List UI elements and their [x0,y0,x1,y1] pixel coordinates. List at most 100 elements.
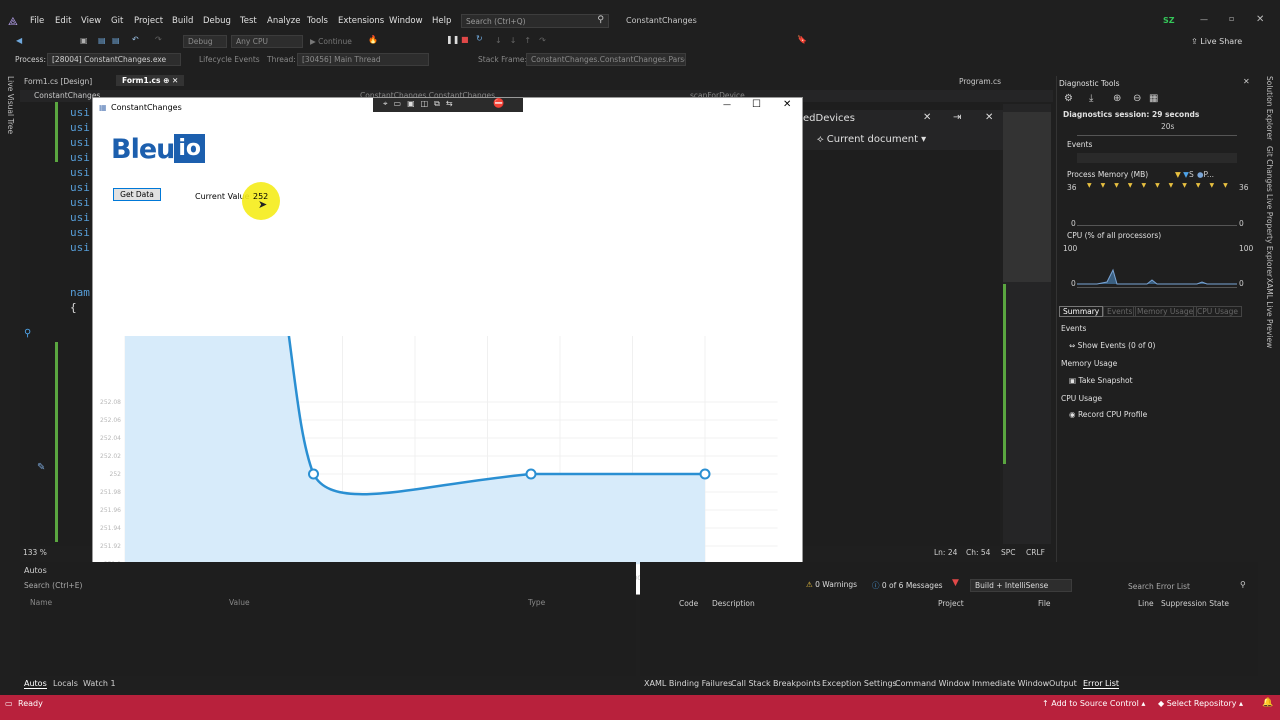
git-changes-tab[interactable]: Git Changes [1265,146,1274,192]
process-select[interactable]: [28004] ConstantChanges.exe [47,53,181,66]
take-snapshot-link[interactable]: ▣ Take Snapshot [1069,376,1133,385]
app-minimize-icon[interactable]: — [723,100,731,109]
app-close-icon[interactable]: ✕ [783,99,791,110]
menu-edit[interactable]: Edit [55,16,71,26]
save-all-icon[interactable]: ▤ [112,36,120,45]
user-avatar[interactable]: SZ [1163,16,1175,25]
get-data-button[interactable]: Get Data [113,188,161,201]
live-share-button[interactable]: ⇪ Live Share [1191,37,1242,46]
lifecycle-events-button[interactable]: Lifecycle Events [199,55,260,64]
search-input[interactable]: Search (Ctrl+Q) ⚲ [461,14,609,28]
pause-icon[interactable]: ❚❚ [446,35,459,44]
find-scope-select[interactable]: ⟡ Current document ▾ [817,134,926,145]
find-close-panel-icon[interactable]: ✕ [985,112,993,123]
warnings-filter[interactable]: ⚠ 0 Warnings [806,580,857,589]
settings-icon[interactable]: ⚙ [1064,93,1073,104]
overlay-icons[interactable]: ⌖▭▣◫⧉⇆ [383,99,459,109]
add-source-control-button[interactable]: ↑ Add to Source Control ▴ [1042,699,1145,708]
minimap-viewport[interactable] [1003,112,1051,282]
menu-window[interactable]: Window [389,16,423,26]
diagnostics-close-icon[interactable]: ✕ [1243,77,1250,86]
record-cpu-link[interactable]: ◉ Record CPU Profile [1069,410,1147,419]
find-next-icon[interactable]: ⇥ [953,112,961,123]
build-filter-select[interactable]: Build + IntelliSense [970,579,1072,592]
hot-reload-icon[interactable]: 🔥 [368,35,378,44]
tab-watch1[interactable]: Watch 1 [83,679,116,688]
menu-build[interactable]: Build [172,16,193,26]
error-search-icon[interactable]: ⚲ [1240,580,1246,589]
menu-test[interactable]: Test [240,16,257,26]
autos-search[interactable]: Search (Ctrl+E) [20,580,636,592]
tab-call-stack[interactable]: Call Stack [731,679,771,688]
zoom-in-icon[interactable]: ⊕ [1113,93,1121,104]
cpu-section[interactable]: CPU (% of all processors) [1067,231,1161,240]
overlay-stop-icon[interactable]: ⛔ [493,99,504,109]
live-property-explorer-tab[interactable]: Live Property Explorer [1265,194,1274,277]
minimize-icon[interactable]: — [1200,15,1208,24]
step-icons[interactable]: ↓↓↑↷ [495,36,554,45]
restart-icon[interactable]: ↻ [476,34,483,43]
tab-form1-cs[interactable]: Form1.cs ⊕ ✕ [116,75,185,86]
redo-icon[interactable]: ↷ [155,35,162,44]
new-item-icon[interactable]: ▣ [80,36,88,45]
menu-git[interactable]: Git [111,16,123,26]
error-search-placeholder[interactable]: Search Error List [1128,582,1190,591]
menu-project[interactable]: Project [134,16,163,26]
tab-locals[interactable]: Locals [53,679,78,688]
tab-xaml-binding[interactable]: XAML Binding Failures [644,679,732,688]
tab-summary[interactable]: Summary [1059,306,1104,317]
nav-back-icon[interactable]: ◀ [16,36,22,45]
menu-view[interactable]: View [81,16,101,26]
menu-analyze[interactable]: Analyze [267,16,301,26]
tab-command-window[interactable]: Command Window [895,679,970,688]
spacing-indicator[interactable]: SPC [1001,548,1016,557]
tab-immediate-window[interactable]: Immediate Window [972,679,1049,688]
find-close-icon[interactable]: ✕ [923,112,931,123]
maximize-icon[interactable]: ▫ [1229,14,1234,23]
save-icon[interactable]: ▤ [98,36,106,45]
tab-output[interactable]: Output [1049,679,1077,688]
close-icon[interactable]: ✕ [1256,14,1264,25]
zoom-level[interactable]: 133 % [23,548,47,557]
tab-events[interactable]: Events [1103,306,1137,317]
thread-select[interactable]: [30456] Main Thread [297,53,429,66]
live-visual-tree-tab[interactable]: Live Visual Tree [6,76,15,134]
menu-tools[interactable]: Tools [307,16,328,26]
select-repository-button[interactable]: ◆ Select Repository ▴ [1158,699,1243,708]
events-section[interactable]: Events [1067,140,1092,149]
grid-icon[interactable]: ▦ [1149,93,1158,104]
nav-class-select[interactable]: ConstantChanges [34,91,100,100]
stack-frame-select[interactable]: ConstantChanges.ConstantChanges.Parse [526,53,686,66]
menu-debug[interactable]: Debug [203,16,231,26]
line-ending-indicator[interactable]: CRLF [1026,548,1045,557]
tab-program-cs[interactable]: Program.cs [959,77,1001,86]
show-events-link[interactable]: ⇔ Show Events (0 of 0) [1069,341,1155,350]
memory-section[interactable]: Process Memory (MB) [1067,170,1148,179]
tab-memory-usage[interactable]: Memory Usage [1133,306,1198,317]
tab-breakpoints[interactable]: Breakpoints [773,679,821,688]
notifications-icon[interactable]: 🔔 [1262,698,1273,708]
solution-explorer-tab[interactable]: Solution Explorer [1265,76,1274,140]
timeline-ruler[interactable]: 20s [1077,122,1237,136]
config-select[interactable]: Debug [183,35,227,48]
app-maximize-icon[interactable]: ☐ [752,99,761,110]
filter-icon[interactable]: ▼ [952,578,959,588]
zoom-out-icon[interactable]: ⊖ [1133,93,1141,104]
bookmark-icon[interactable]: 🔖 [797,35,807,44]
tab-cpu-usage[interactable]: CPU Usage [1193,306,1243,317]
tab-form1-design[interactable]: Form1.cs [Design] [24,77,92,86]
menu-help[interactable]: Help [432,16,451,26]
tab-exception-settings[interactable]: Exception Settings [822,679,897,688]
tab-autos[interactable]: Autos [24,679,47,689]
menu-file[interactable]: File [30,16,44,26]
platform-select[interactable]: Any CPU [231,35,303,48]
stop-icon[interactable]: ■ [461,35,469,44]
xaml-live-preview-tab[interactable]: XAML Live Preview [1265,278,1274,348]
continue-button[interactable]: ▶ Continue [310,37,352,46]
messages-filter[interactable]: ⓘ 0 of 6 Messages [872,580,943,591]
undo-icon[interactable]: ↶ [132,35,139,44]
menu-extensions[interactable]: Extensions [338,16,384,26]
export-icon[interactable]: ⤓ [1089,93,1093,104]
tab-error-list[interactable]: Error List [1083,679,1120,689]
vs-logo-icon[interactable]: ⟁ [8,15,18,29]
